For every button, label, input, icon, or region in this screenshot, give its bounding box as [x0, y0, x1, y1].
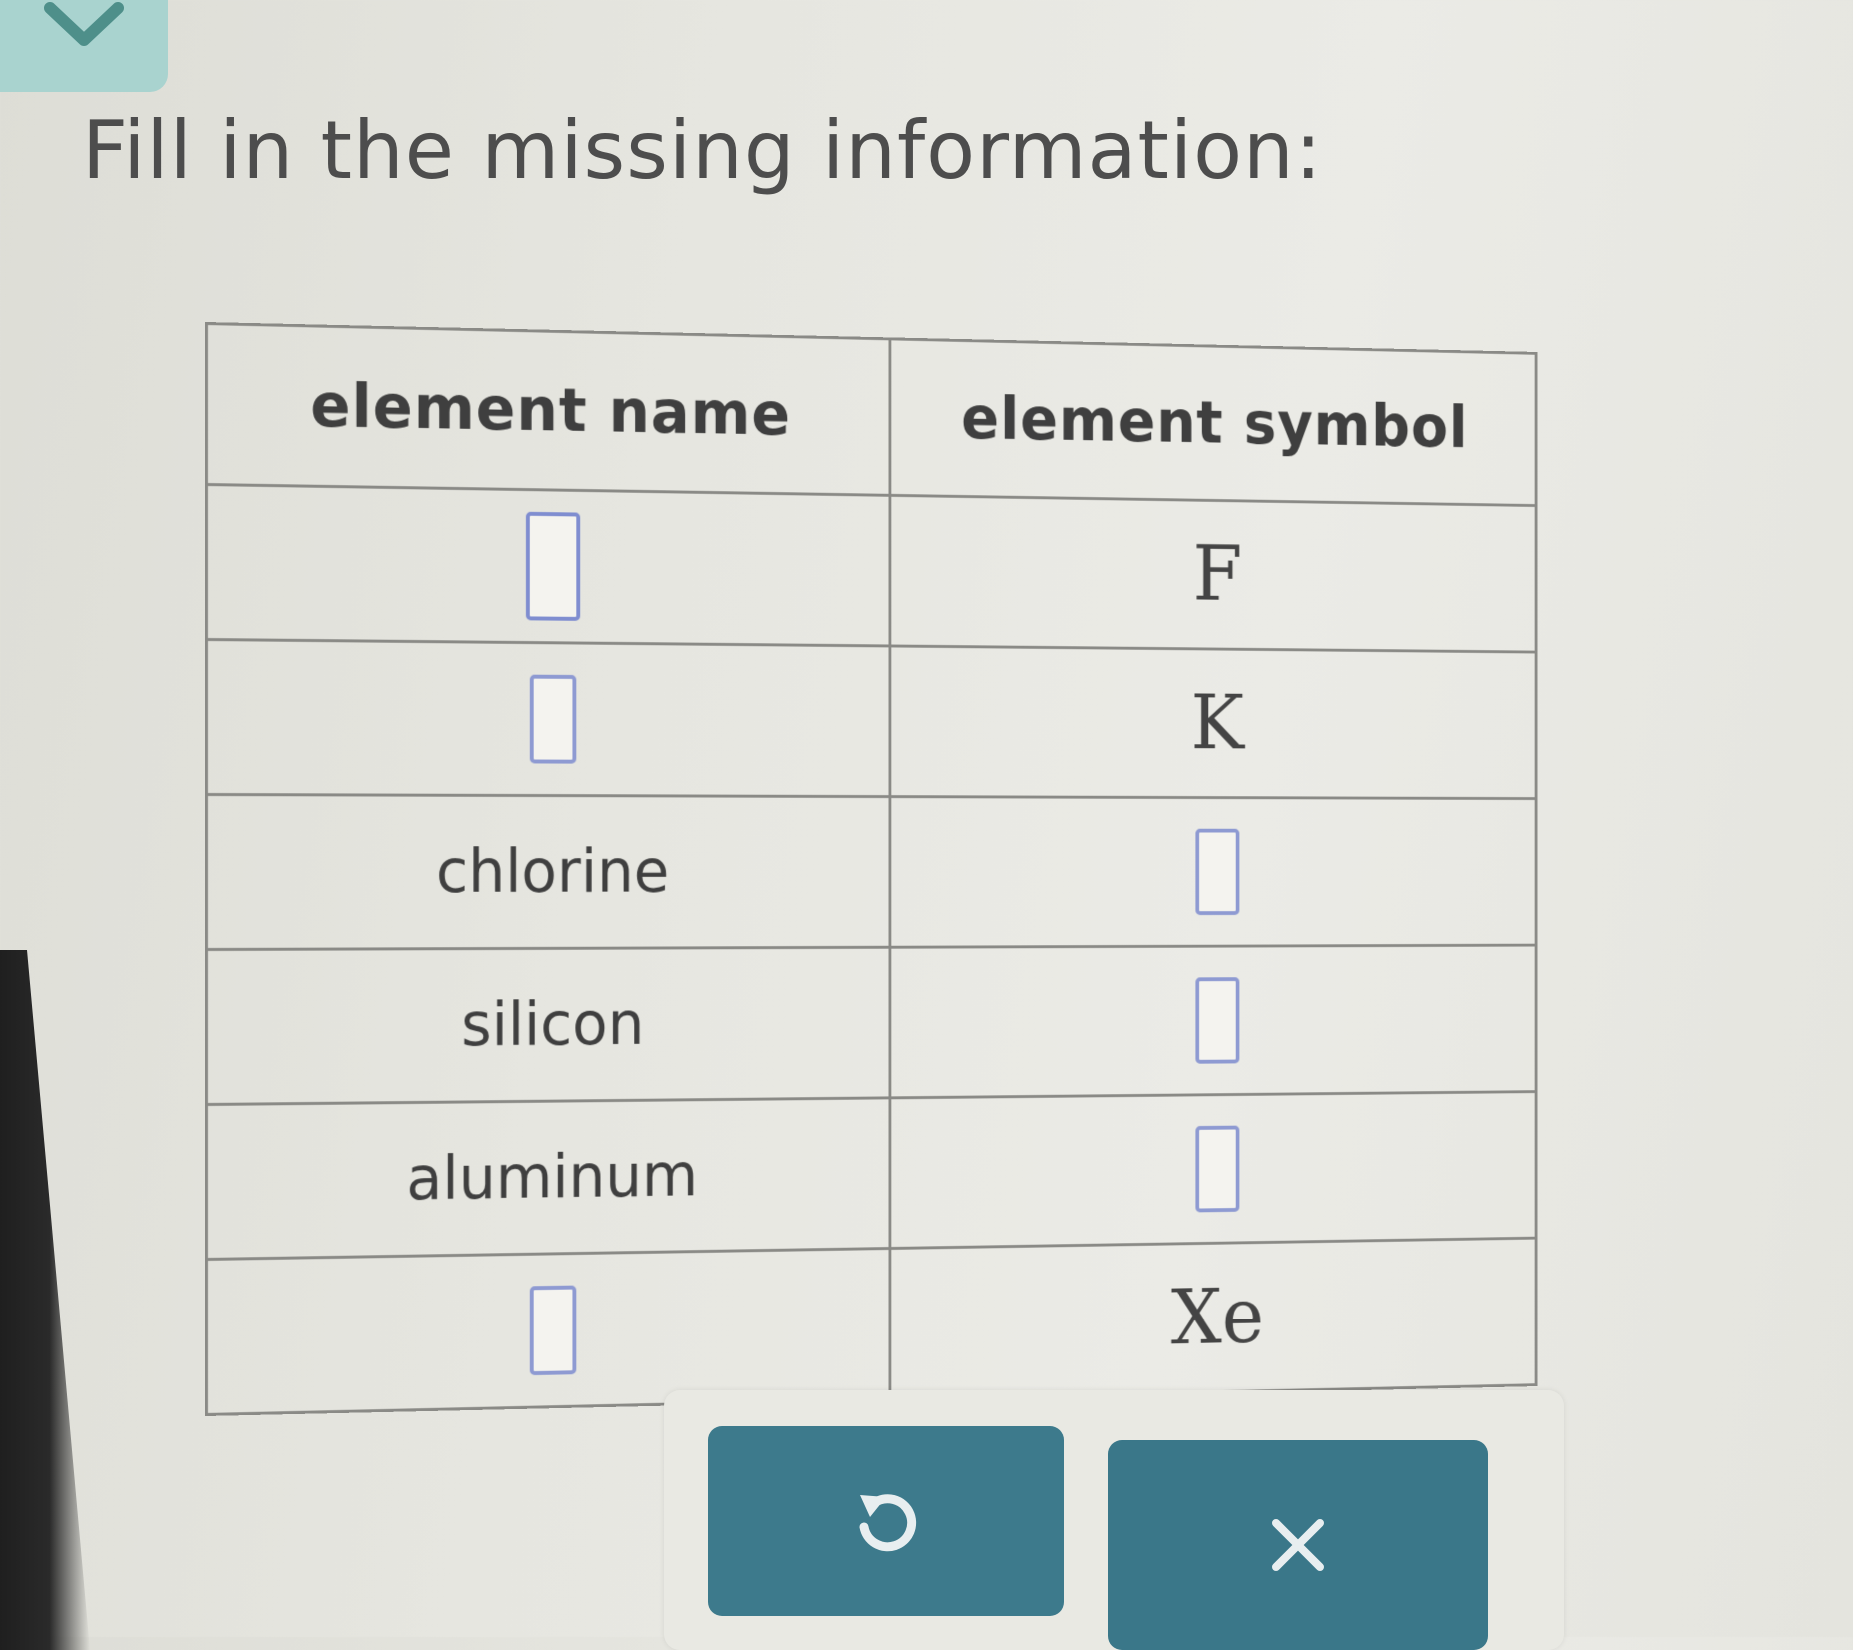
- element-symbol-cell: [890, 945, 1536, 1098]
- table-row: aluminum: [206, 1092, 1535, 1260]
- element-symbol-cell: F: [890, 495, 1536, 652]
- column-header-element-name: element name: [206, 324, 889, 496]
- element-name-cell: [206, 485, 889, 646]
- element-symbol-input[interactable]: [1195, 829, 1239, 915]
- column-header-element-symbol: element symbol: [890, 339, 1536, 506]
- table-row: Xe: [206, 1238, 1535, 1414]
- table-row: F: [206, 485, 1535, 653]
- element-symbol-cell: [890, 1092, 1536, 1249]
- screen-edge-shadow: [0, 950, 90, 1650]
- element-name-cell: [206, 640, 889, 797]
- element-symbol-cell: Xe: [890, 1238, 1536, 1399]
- element-symbol-cell: [890, 797, 1536, 948]
- element-name-input[interactable]: [530, 675, 577, 764]
- element-table-container: element name element symbol F K chlorine: [205, 322, 1537, 1416]
- element-name-cell: aluminum: [206, 1098, 889, 1260]
- question-prompt: Fill in the missing information:: [82, 104, 1323, 197]
- table-row: K: [206, 640, 1535, 799]
- element-name-input[interactable]: [526, 512, 580, 621]
- element-name-cell: chlorine: [206, 795, 889, 950]
- undo-icon: [846, 1481, 926, 1561]
- element-name-input[interactable]: [530, 1286, 577, 1376]
- chevron-down-icon: [36, 0, 132, 58]
- element-table: element name element symbol F K chlorine: [205, 322, 1537, 1416]
- close-icon: [1262, 1509, 1334, 1581]
- element-symbol-input[interactable]: [1195, 1126, 1239, 1213]
- collapse-toggle[interactable]: [0, 0, 168, 92]
- answer-actions: [664, 1390, 1564, 1650]
- element-symbol-input[interactable]: [1195, 977, 1239, 1064]
- element-symbol-cell: K: [890, 646, 1536, 799]
- table-row: silicon: [206, 945, 1535, 1104]
- element-name-cell: silicon: [206, 947, 889, 1104]
- table-row: chlorine: [206, 795, 1535, 950]
- clear-button[interactable]: [1108, 1440, 1488, 1650]
- undo-button[interactable]: [708, 1426, 1064, 1616]
- table-header-row: element name element symbol: [206, 324, 1535, 506]
